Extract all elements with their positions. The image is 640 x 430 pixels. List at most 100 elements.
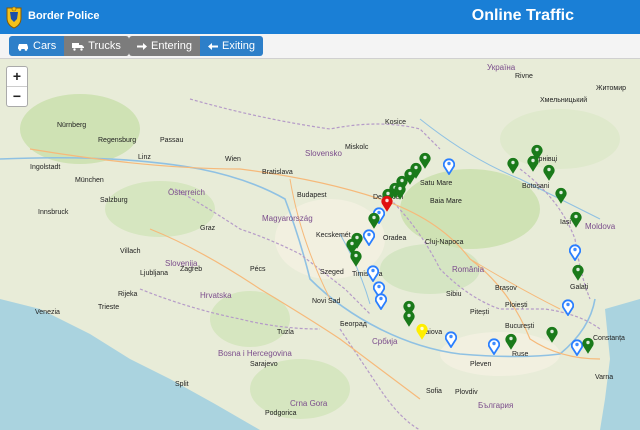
city-label: Passau — [160, 137, 184, 144]
border-crossing-marker-green[interactable] — [582, 337, 594, 354]
city-label: Satu Mare — [420, 180, 453, 187]
vehicle-toggle-group: Cars Trucks — [9, 36, 129, 56]
city-label: București — [505, 323, 535, 330]
country-label: Österreich — [168, 188, 205, 197]
border-crossing-marker-green[interactable] — [350, 250, 362, 267]
zoom-in-button[interactable]: + — [7, 67, 27, 87]
border-crossing-marker-yellow[interactable] — [416, 323, 428, 340]
border-crossing-marker-blue[interactable] — [366, 265, 380, 283]
city-label: Pitești — [470, 309, 490, 316]
border-crossing-marker-blue[interactable] — [561, 299, 575, 317]
cars-label: Cars — [33, 40, 57, 52]
city-label: Baia Mare — [430, 198, 462, 205]
border-crossing-marker-green[interactable] — [394, 183, 406, 200]
city-label: Brașov — [495, 285, 517, 292]
city-label: Plovdiv — [455, 389, 478, 396]
city-label: Tuzla — [277, 329, 294, 336]
border-crossing-marker-green[interactable] — [546, 326, 558, 343]
border-crossing-marker-blue[interactable] — [442, 158, 456, 176]
city-label: Ingolstadt — [30, 164, 61, 171]
exiting-button[interactable]: Exiting — [199, 36, 264, 56]
border-crossing-marker-green[interactable] — [403, 310, 415, 327]
arrow-left-icon — [207, 42, 218, 50]
border-crossing-marker-green[interactable] — [570, 211, 582, 228]
border-crossing-marker-blue[interactable] — [568, 244, 582, 262]
city-label: Salzburg — [100, 197, 128, 204]
border-crossing-marker-blue[interactable] — [374, 293, 388, 311]
city-label: Sofia — [426, 388, 442, 395]
border-crossing-marker-green[interactable] — [507, 157, 519, 174]
country-label: Moldova — [585, 222, 616, 231]
city-label: Rijeka — [118, 291, 138, 298]
cars-button[interactable]: Cars — [9, 36, 65, 56]
map-tiles — [0, 59, 640, 430]
city-label: Хмельницький — [540, 97, 588, 104]
toolbar: Cars Trucks Entering Exiting — [0, 34, 640, 59]
city-label: Pécs — [250, 266, 266, 273]
city-label: Linz — [138, 154, 151, 161]
page-title: Online Traffic — [471, 7, 574, 24]
city-label: Pleven — [470, 361, 492, 368]
border-crossing-marker-blue[interactable] — [487, 338, 501, 356]
border-crossing-marker-blue[interactable] — [362, 229, 376, 247]
city-label: Regensburg — [98, 137, 137, 144]
city-label: Ruse — [512, 351, 529, 358]
city-label: Београд — [340, 321, 367, 328]
city-label: Bratislava — [262, 169, 293, 176]
city-label: Sarajevo — [250, 361, 278, 368]
city-label: München — [75, 177, 104, 184]
border-crossing-marker-green[interactable] — [572, 264, 584, 281]
city-label: Wien — [225, 156, 241, 163]
brand-name: Border Police — [28, 10, 100, 22]
country-label: Slovensko — [305, 149, 342, 158]
city-label: Graz — [200, 225, 216, 232]
border-crossing-marker-blue[interactable] — [444, 331, 458, 349]
city-label: Innsbruck — [38, 209, 69, 216]
car-icon — [18, 43, 28, 51]
country-label: România — [452, 265, 485, 274]
coat-of-arms-icon — [6, 6, 22, 29]
zoom-control: + − — [6, 66, 28, 107]
border-crossing-marker-green[interactable] — [410, 162, 422, 179]
city-label: Galați — [570, 284, 589, 291]
country-label: Bosna i Hercegovina — [218, 349, 292, 358]
border-crossing-marker-green[interactable] — [543, 164, 555, 181]
city-label: Oradea — [383, 235, 407, 242]
city-label: Rivne — [515, 73, 533, 80]
country-label: Hrvatska — [200, 291, 232, 300]
border-crossing-marker-green[interactable] — [505, 333, 517, 350]
city-label: Constanța — [593, 335, 625, 342]
city-label: Miskolc — [345, 144, 369, 151]
city-label: Villach — [120, 248, 141, 255]
city-label: Ploiești — [505, 302, 528, 309]
city-label: Novi Sad — [312, 298, 341, 305]
country-label: Magyarország — [262, 214, 313, 223]
city-label: Varna — [595, 374, 614, 381]
trucks-label: Trucks — [88, 40, 121, 52]
border-crossing-marker-green[interactable] — [555, 187, 567, 204]
zoom-out-button[interactable]: − — [7, 87, 27, 106]
direction-toggle-group: Entering Exiting — [129, 36, 264, 56]
entering-label: Entering — [151, 40, 192, 52]
city-label: Budapest — [297, 192, 327, 199]
trucks-button[interactable]: Trucks — [64, 36, 129, 56]
city-label: Botoșani — [522, 183, 550, 190]
city-label: Nürnberg — [57, 122, 87, 129]
city-label: Sibiu — [446, 291, 462, 298]
exiting-label: Exiting — [221, 40, 256, 52]
city-label: Trieste — [98, 304, 120, 311]
city-label: Podgorica — [265, 410, 297, 417]
entering-button[interactable]: Entering — [129, 36, 200, 56]
country-label: Україна — [487, 63, 516, 72]
city-label: Zagreb — [180, 266, 203, 273]
country-label: Crna Gora — [290, 399, 328, 408]
border-crossing-marker-green[interactable] — [527, 155, 539, 172]
country-label: Србија — [372, 337, 398, 346]
truck-icon — [72, 42, 85, 51]
border-crossing-marker-green[interactable] — [368, 212, 380, 229]
city-label: Житомир — [596, 85, 627, 92]
country-label: България — [478, 401, 514, 410]
city-label: Venezia — [35, 309, 60, 316]
map-canvas[interactable]: Slovensko Magyarország Hrvatska Bosna i … — [0, 59, 640, 430]
city-label: Kosice — [385, 119, 407, 126]
